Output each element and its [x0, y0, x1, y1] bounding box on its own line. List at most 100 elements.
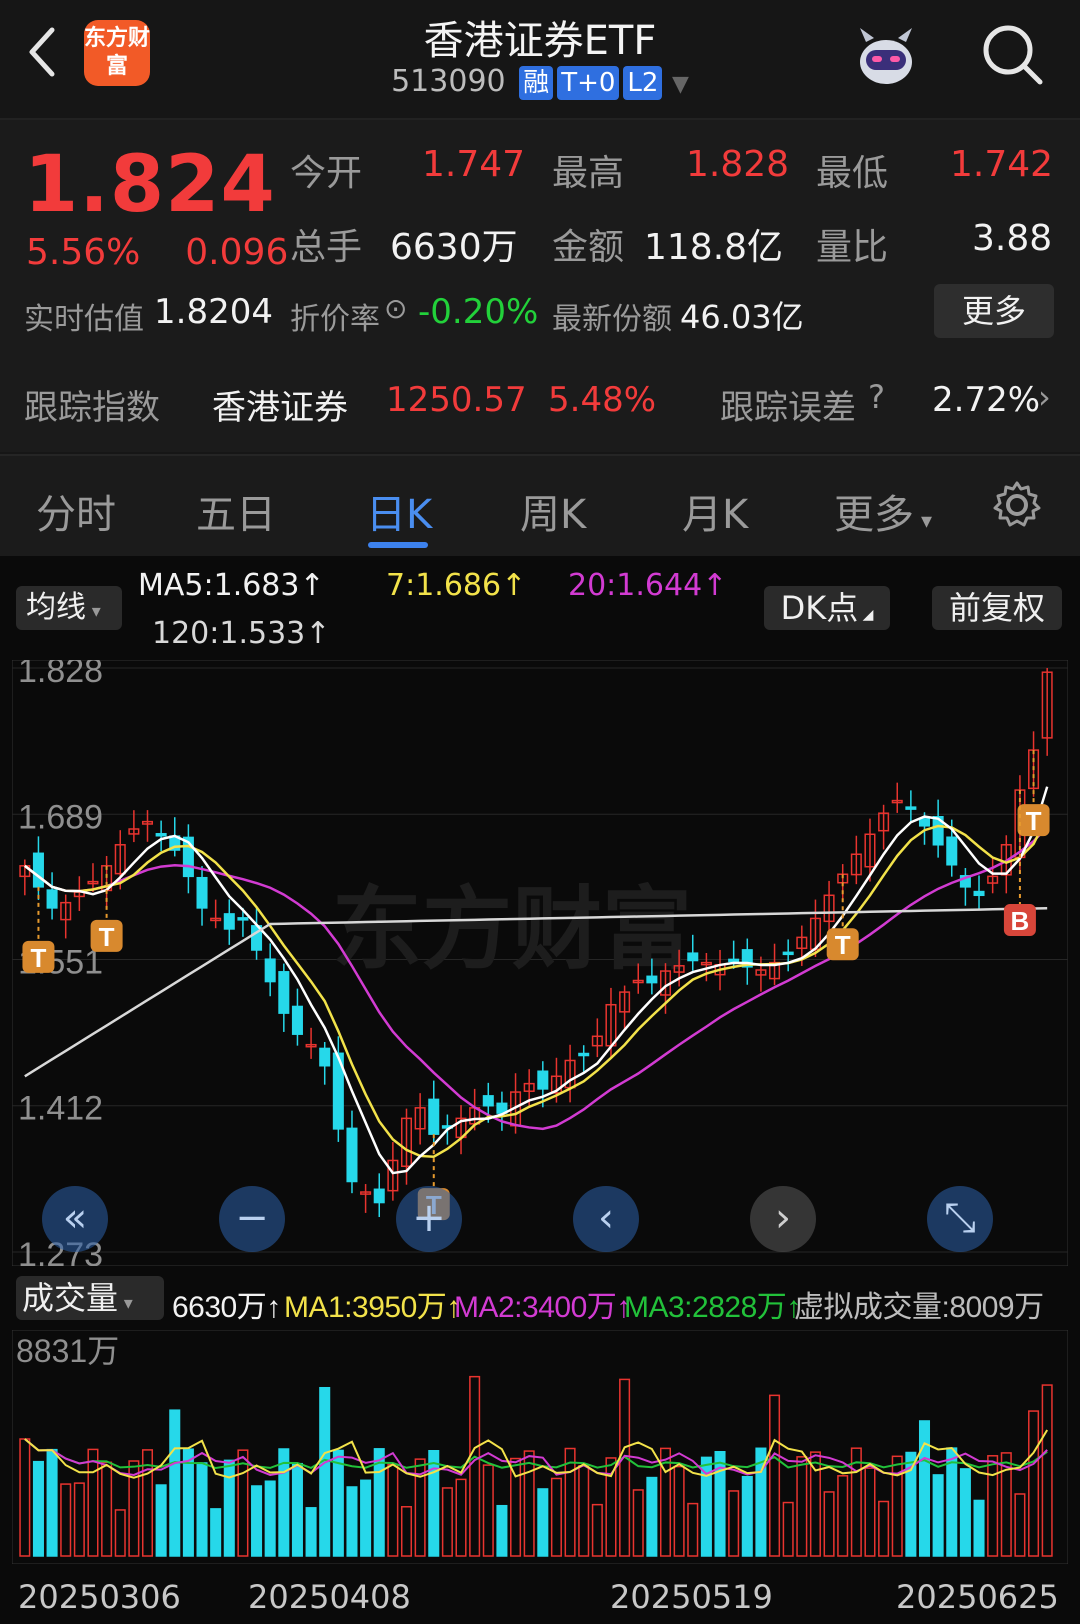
ma5-legend: MA5:1.683↑	[138, 568, 325, 603]
volume-bar	[1041, 1384, 1053, 1557]
shares-value: 46.03亿	[680, 298, 804, 336]
volume-bar	[332, 1449, 344, 1557]
tab-intraday[interactable]: 分时	[36, 482, 116, 540]
volume-bar	[428, 1449, 440, 1557]
volume-bar	[864, 1467, 876, 1557]
candle-body	[946, 836, 958, 866]
track-index-value: 1250.57	[386, 380, 527, 420]
volume-chart[interactable]: 8831万	[12, 1330, 1068, 1564]
gear-icon[interactable]	[992, 480, 1042, 530]
candle-body	[973, 890, 985, 897]
chevron-right-icon[interactable]: ›	[1038, 378, 1051, 416]
top-bar: 东方财富 香港证券ETF 513090 融 T+0 L2 ▼	[0, 0, 1080, 120]
ma-selector[interactable]: 均线 ▾	[16, 586, 122, 630]
volume-bar	[114, 1509, 126, 1557]
volume-bar	[32, 1460, 44, 1557]
volume-bar	[46, 1448, 58, 1557]
fullscreen-button[interactable]: ⤡	[927, 1186, 993, 1252]
tab-weekly-k[interactable]: 周K	[520, 482, 586, 540]
date-label: 20250408	[248, 1578, 411, 1616]
volume-bar	[346, 1486, 358, 1557]
iopv-value: 1.8204	[154, 292, 273, 332]
more-button[interactable]: 更多	[934, 284, 1054, 338]
tab-more-label: 更多	[834, 492, 914, 538]
zoom-out-button[interactable]: −	[219, 1186, 285, 1252]
volume-selector-label: 成交量	[22, 1279, 119, 1317]
candle-body	[319, 1047, 331, 1067]
dk-point-button[interactable]: DK点 ◢	[764, 586, 890, 630]
ma-selector-label: 均线	[26, 590, 86, 625]
date-label: 20250519	[610, 1578, 773, 1616]
vol-ma1-legend: MA1:3950万↑	[284, 1291, 461, 1324]
l2-tag: L2	[623, 66, 663, 100]
info-icon[interactable]: ⊙	[384, 292, 407, 325]
scroll-left-button[interactable]: ‹	[573, 1186, 639, 1252]
adjust-button[interactable]: 前复权	[932, 586, 1062, 630]
y-tick-label: 1.828	[18, 660, 103, 690]
high-value: 1.828	[686, 144, 790, 185]
vol-ma3-legend: MA3:2828万↑	[624, 1291, 801, 1324]
volume-legend: 6630万↑	[172, 1291, 281, 1324]
y-tick-label: 1.689	[18, 798, 103, 836]
change-percent: 5.56%	[26, 232, 141, 273]
search-icon[interactable]	[980, 22, 1046, 88]
ma120-legend: 120:1.533↑	[152, 616, 331, 651]
candle-body	[291, 1005, 303, 1035]
candle-body	[373, 1188, 385, 1204]
volume-bar	[646, 1476, 658, 1557]
margin-tag: 融	[519, 66, 554, 100]
volume-bar	[60, 1483, 72, 1557]
robot-assistant-icon[interactable]	[848, 18, 924, 94]
volume-bar	[741, 1475, 753, 1557]
volume-bar	[510, 1457, 522, 1557]
volume-bar	[728, 1490, 740, 1557]
volume-bar	[632, 1489, 644, 1557]
volume-bar	[673, 1465, 685, 1557]
amount-label: 金额	[552, 227, 625, 268]
last-price: 1.824	[24, 140, 276, 230]
tab-daily-k[interactable]: 日K	[366, 482, 432, 540]
tab-five-day[interactable]: 五日	[196, 482, 276, 540]
volume-ratio-value: 3.88	[972, 218, 1053, 259]
change-amount: 0.096	[185, 232, 289, 273]
marker-label: T	[1026, 806, 1042, 836]
volume-bar	[223, 1459, 235, 1557]
zoom-in-button[interactable]: +	[396, 1186, 462, 1252]
amount-value: 118.8亿	[644, 227, 784, 268]
volume-bar	[782, 1501, 794, 1557]
volume-bar	[182, 1448, 194, 1557]
tab-more[interactable]: 更多 ▾	[834, 482, 932, 540]
scroll-right-button[interactable]: ›	[750, 1186, 816, 1252]
discount-label: 折价率	[290, 302, 380, 337]
marker-label: T	[835, 930, 851, 960]
volume-bar	[523, 1450, 535, 1557]
volume-bar	[155, 1484, 167, 1557]
volume-bar	[87, 1448, 99, 1557]
candle-body	[578, 1052, 590, 1057]
candle-body	[155, 833, 167, 837]
track-index-name[interactable]: 香港证券	[212, 380, 348, 429]
volume-selector[interactable]: 成交量 ▾	[16, 1276, 164, 1320]
volume-bar	[400, 1506, 413, 1557]
candlestick-chart[interactable]: 1.8281.6891.5511.4121.273东方财富TTTTTB	[12, 660, 1068, 1266]
y-tick-label: 1.412	[18, 1090, 103, 1128]
open-value: 1.747	[422, 144, 526, 185]
volume-bar	[837, 1475, 849, 1557]
date-label: 20250625	[896, 1578, 1059, 1616]
candle-body	[918, 818, 931, 827]
volume-bar	[537, 1488, 549, 1557]
scroll-left-fast-button[interactable]: «	[42, 1186, 108, 1252]
quote-panel: 1.824 5.56% 0.096 今开 1.747 最高 1.828 最低 1…	[0, 120, 1080, 487]
tab-monthly-k[interactable]: 月K	[682, 482, 748, 540]
volume-bar	[1028, 1410, 1040, 1557]
volume-bar	[73, 1482, 85, 1557]
volume-bar	[973, 1499, 985, 1557]
caret-down-icon: ▼	[671, 72, 689, 97]
candle-body	[346, 1127, 358, 1183]
help-icon[interactable]: ?	[868, 378, 885, 416]
track-index-change: 5.48%	[548, 380, 657, 420]
dk-label: DK点	[780, 589, 859, 627]
marker-label: T	[99, 922, 115, 952]
vol-ma2-legend: MA2:3400万↑	[454, 1291, 631, 1324]
volume-bar	[809, 1451, 821, 1557]
